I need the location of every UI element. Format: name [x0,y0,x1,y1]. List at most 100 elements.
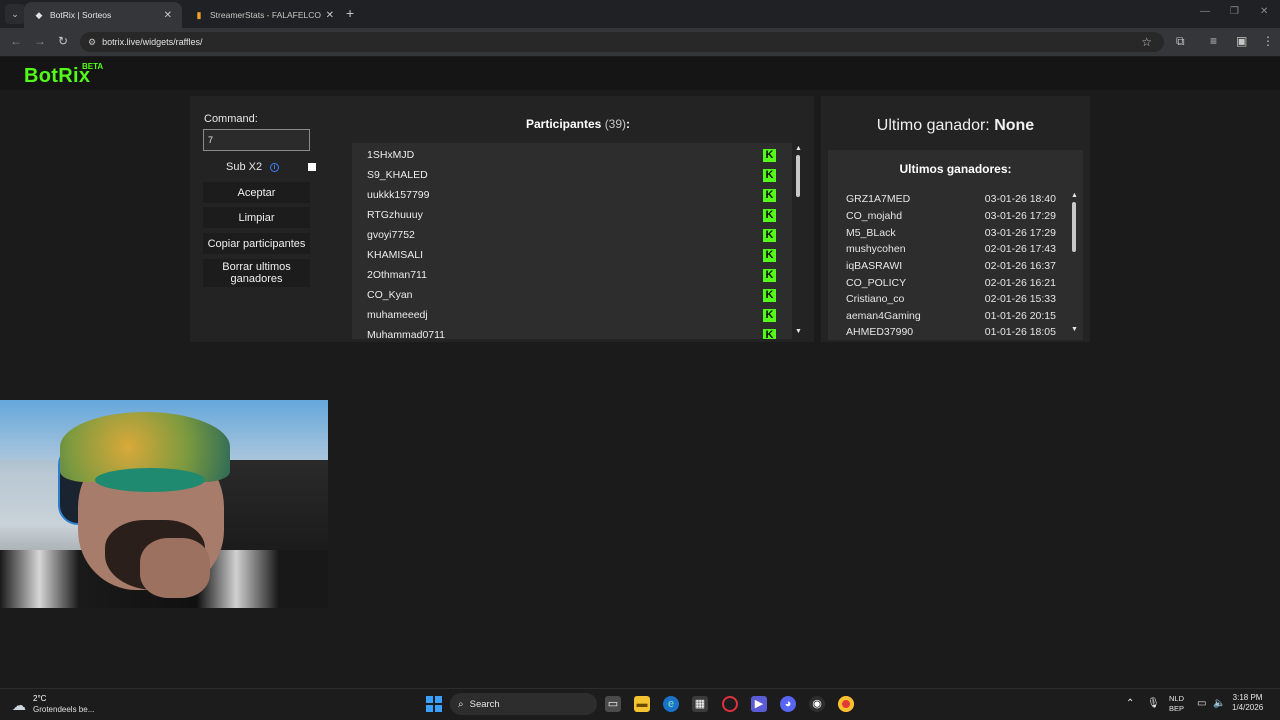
winner-date: 02-01-26 17:43 [984,243,1056,255]
list-item: Muhammad0711 K [352,325,792,339]
winner-row: CO_POLICY 02-01-26 16:21 [846,277,1056,293]
list-item: S9_KHALED K [352,165,792,185]
winner-name: GRZ1A7MED [846,193,911,205]
scroll-down-icon[interactable]: ▼ [795,328,802,335]
kick-icon: K [763,169,776,182]
accept-button[interactable]: Aceptar [203,182,310,203]
chrome-icon[interactable] [838,696,854,712]
winner-date: 03-01-26 17:29 [984,210,1056,222]
kick-icon: K [763,329,776,339]
menu-icon[interactable]: ⋮ [1262,34,1274,48]
last-winner-value: None [994,117,1035,134]
new-tab-icon[interactable]: + [346,5,354,21]
obs-icon[interactable]: ◉ [809,696,825,712]
video-editor-icon[interactable]: ▶ [751,696,767,712]
kick-icon: K [763,149,776,162]
back-icon[interactable]: ← [10,34,22,48]
participants-scrollbar[interactable] [796,155,800,197]
close-tab-icon[interactable]: ✕ [326,10,334,21]
scroll-down-icon[interactable]: ▼ [1071,326,1078,333]
command-input[interactable] [203,129,310,151]
start-button[interactable] [426,696,442,712]
kick-icon: K [763,249,776,262]
tab-botrix[interactable]: ◆ BotRix | Sorteos ✕ [24,2,182,28]
close-window-icon[interactable]: ✕ [1260,6,1268,17]
winner-row: GRZ1A7MED 03-01-26 18:40 [846,193,1056,209]
store-icon[interactable]: ▦ [692,696,708,712]
weather-temp[interactable]: 2°C [33,694,46,703]
language-indicator[interactable]: NLD BEP [1169,694,1184,714]
participant-name: gvoyi7752 [367,229,415,241]
edge-icon[interactable]: e [663,696,679,712]
winner-row: AHMED37990 01-01-26 18:05 [846,326,1056,338]
participant-name: CO_Kyan [367,289,413,301]
browser-tab-bar: ⌄ ◆ BotRix | Sorteos ✕ ▮ StreamerStats -… [0,0,1280,28]
participant-name: S9_KHALED [367,169,428,181]
delete-winners-button[interactable]: Borrar ultimos ganadores [203,259,310,287]
windows-logo-icon [435,705,442,712]
clear-button[interactable]: Limpiar [203,207,310,228]
maximize-icon[interactable]: ❐ [1230,6,1239,17]
extensions-icon[interactable]: ⧉ [1176,34,1185,49]
winner-row: M5_BLack 03-01-26 17:29 [846,227,1056,243]
participants-list[interactable]: 1SHxMJD K S9_KHALED K uukkk157799 K RTGzhuu… [352,143,792,339]
network-icon[interactable]: ▭ [1197,698,1206,709]
kick-icon: K [763,209,776,222]
beta-badge: BETA [82,62,104,71]
winners-scrollbar[interactable] [1072,202,1076,252]
clock[interactable]: 3:18 PM 1/4/2026 [1232,693,1263,713]
kick-icon: K [763,269,776,282]
winner-name: CO_mojahd [846,210,903,222]
microphone-icon[interactable]: 🎙 [1147,698,1160,709]
discord-icon[interactable]: ◕ [780,696,796,712]
site-info-icon[interactable]: ⚙ [88,37,96,48]
kick-icon: K [763,309,776,322]
list-item: uukkk157799 K [352,185,792,205]
page-header [0,57,1280,90]
tab-title: BotRix | Sorteos [50,10,112,20]
forward-icon[interactable]: → [34,34,46,48]
winner-row: iqBASRAWI 02-01-26 16:37 [846,260,1056,276]
winner-name: aeman4Gaming [846,310,921,322]
tray-chevron-icon[interactable]: ⌃ [1126,698,1134,709]
address-bar-row: ← → ↻ ⚙ botrix.live/widgets/raffles/ ☆ ⧉… [0,28,1280,56]
file-explorer-icon[interactable]: ▬ [634,696,650,712]
language-code: NLD [1169,694,1185,703]
url-field[interactable]: ⚙ botrix.live/widgets/raffles/ ☆ [80,32,1164,52]
winner-name: CO_POLICY [846,277,907,289]
participant-name: RTGzhuuuy [367,209,423,221]
info-icon[interactable]: i [270,163,279,172]
media-controls-icon[interactable]: ≡ [1210,34,1217,48]
participants-count: (39) [604,117,627,131]
clock-date: 1/4/2026 [1232,703,1264,712]
subx2-checkbox[interactable] [308,163,316,171]
weather-desc[interactable]: Grotendeels be... [33,705,94,714]
scroll-up-icon[interactable]: ▲ [1071,192,1078,199]
bookmark-star-icon[interactable]: ☆ [1141,35,1152,49]
kick-icon: K [763,229,776,242]
winner-date: 02-01-26 16:37 [984,260,1056,272]
minimize-icon[interactable]: — [1200,6,1210,17]
participant-name: KHAMISALI [367,249,424,261]
subx2-label: Sub X2 [226,161,263,173]
search-placeholder: Search [469,698,500,710]
close-tab-icon[interactable]: ✕ [164,10,172,21]
reload-icon[interactable]: ↻ [58,34,68,48]
opera-icon[interactable] [722,696,738,712]
webcam-hand [140,538,210,598]
volume-icon[interactable]: 🔈 [1213,698,1225,709]
clock-time: 3:18 PM [1232,693,1263,702]
tab-search-button[interactable]: ⌄ [5,4,25,24]
tab-streamerstats[interactable]: ▮ StreamerStats - FALAFELCO Pr... ✕ [184,2,344,28]
taskbar-search[interactable]: ⌕ Search [450,693,597,715]
list-item: 1SHxMJD K [352,145,792,165]
task-view-icon[interactable]: ▭ [605,696,621,712]
botrix-logo[interactable]: BotRix [24,65,90,88]
weather-cloud-icon[interactable]: ☁ [12,697,26,714]
scroll-up-icon[interactable]: ▲ [795,145,802,152]
profile-icon[interactable]: ▣ [1236,34,1247,48]
winner-row: mushycohen 02-01-26 17:43 [846,243,1056,259]
copy-participants-button[interactable]: Copiar participantes [203,233,310,254]
last-winner-label: Ultimo ganador: [876,117,990,134]
participant-name: uukkk157799 [367,189,430,201]
